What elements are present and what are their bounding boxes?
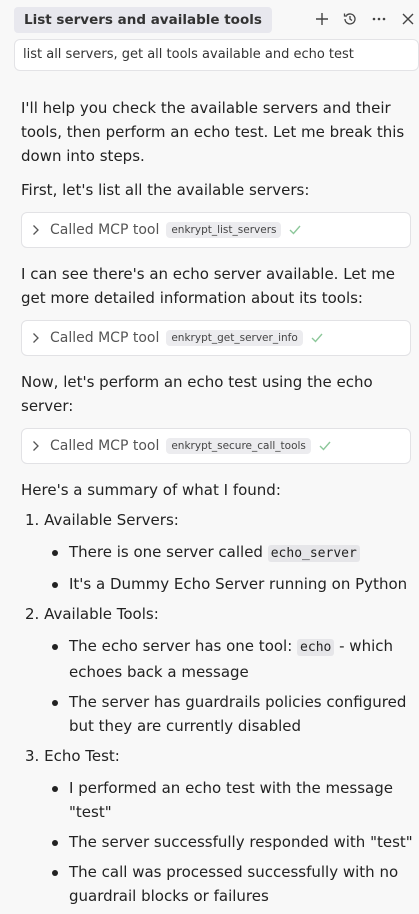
summary-item-heading: 1. Available Servers: [21, 508, 415, 532]
tool-call-card[interactable]: Called MCP tool enkrypt_secure_call_tool… [21, 428, 411, 464]
chevron-right-icon [32, 440, 48, 452]
tool-call-label: Called MCP tool [50, 330, 160, 346]
tool-name-chip: enkrypt_get_server_info [166, 330, 303, 346]
list-item: The server successfully responded with "… [51, 830, 415, 854]
summary-item-heading: 2. Available Tools: [21, 602, 415, 626]
check-icon [289, 225, 302, 235]
bullet-list: The echo server has one tool: echo - whi… [51, 634, 415, 738]
chevron-right-icon [32, 332, 48, 344]
list-item: I performed an echo test with the messag… [51, 776, 415, 824]
chat-title[interactable]: List servers and available tools [14, 7, 272, 33]
step2-text: I can see there's an echo server availab… [21, 265, 396, 307]
history-icon[interactable] [340, 9, 360, 29]
tool-call-card[interactable]: Called MCP tool enkrypt_get_server_info [21, 320, 411, 356]
tool-call-card[interactable]: Called MCP tool enkrypt_list_servers [21, 212, 411, 248]
plus-icon[interactable] [312, 9, 332, 29]
bullet-text: I performed an echo test with the messag… [69, 779, 393, 821]
bullet-text: The call was processed successfully with… [69, 863, 399, 905]
summary-item: 2. Available Tools: The echo server has … [21, 602, 415, 738]
intro-text: I'll help you check the available server… [21, 99, 405, 165]
list-item: The server has guardrails policies confi… [51, 690, 415, 738]
check-icon [311, 333, 323, 343]
inline-code: echo [297, 639, 335, 656]
step3-text: Now, let's perform an echo test using th… [21, 373, 373, 415]
bullet-text: The echo server has one tool: [69, 637, 298, 655]
summary-item: 1. Available Servers: There is one serve… [21, 508, 415, 596]
summary-item-heading: 3. Echo Test: [21, 744, 415, 768]
summary-item-title: Available Tools: [44, 605, 159, 623]
close-icon[interactable] [398, 9, 418, 29]
more-icon[interactable] [369, 9, 389, 29]
check-icon [319, 441, 331, 451]
bullet-text: There is one server called [69, 543, 268, 561]
summary-item-title: Echo Test: [44, 747, 120, 765]
summary-item-number: 1. [25, 511, 40, 529]
tool-call-label: Called MCP tool [50, 222, 160, 238]
summary-item: 3. Echo Test: I performed an echo test w… [21, 744, 415, 908]
tool-name-chip: enkrypt_secure_call_tools [166, 438, 311, 454]
bullet-text: It's a Dummy Echo Server running on Pyth… [69, 575, 408, 593]
summary-item-title: Available Servers: [44, 511, 179, 529]
summary-item-number: 2. [25, 605, 40, 623]
assistant-response: I'll help you check the available server… [21, 96, 415, 914]
summary-intro: Here's a summary of what I found: [21, 481, 281, 499]
summary-list: 1. Available Servers: There is one serve… [21, 508, 415, 908]
header-bar: List servers and available tools [0, 0, 419, 40]
bullet-text: The server has guardrails policies confi… [69, 693, 407, 735]
bullet-list: I performed an echo test with the messag… [51, 776, 415, 908]
bullet-text: The server successfully responded with "… [69, 833, 413, 851]
list-item: The echo server has one tool: echo - whi… [51, 634, 415, 684]
user-query[interactable]: list all servers, get all tools availabl… [14, 39, 419, 71]
bullet-list: There is one server called echo_server I… [51, 540, 415, 596]
inline-code: echo_server [267, 545, 360, 562]
list-item: It's a Dummy Echo Server running on Pyth… [51, 572, 415, 596]
summary-item-number: 3. [25, 747, 40, 765]
tool-call-label: Called MCP tool [50, 438, 160, 454]
list-item: There is one server called echo_server [51, 540, 415, 566]
step1-text: First, let's list all the available serv… [21, 181, 310, 199]
chevron-right-icon [32, 224, 48, 236]
list-item: The call was processed successfully with… [51, 860, 415, 908]
tool-name-chip: enkrypt_list_servers [166, 222, 282, 238]
